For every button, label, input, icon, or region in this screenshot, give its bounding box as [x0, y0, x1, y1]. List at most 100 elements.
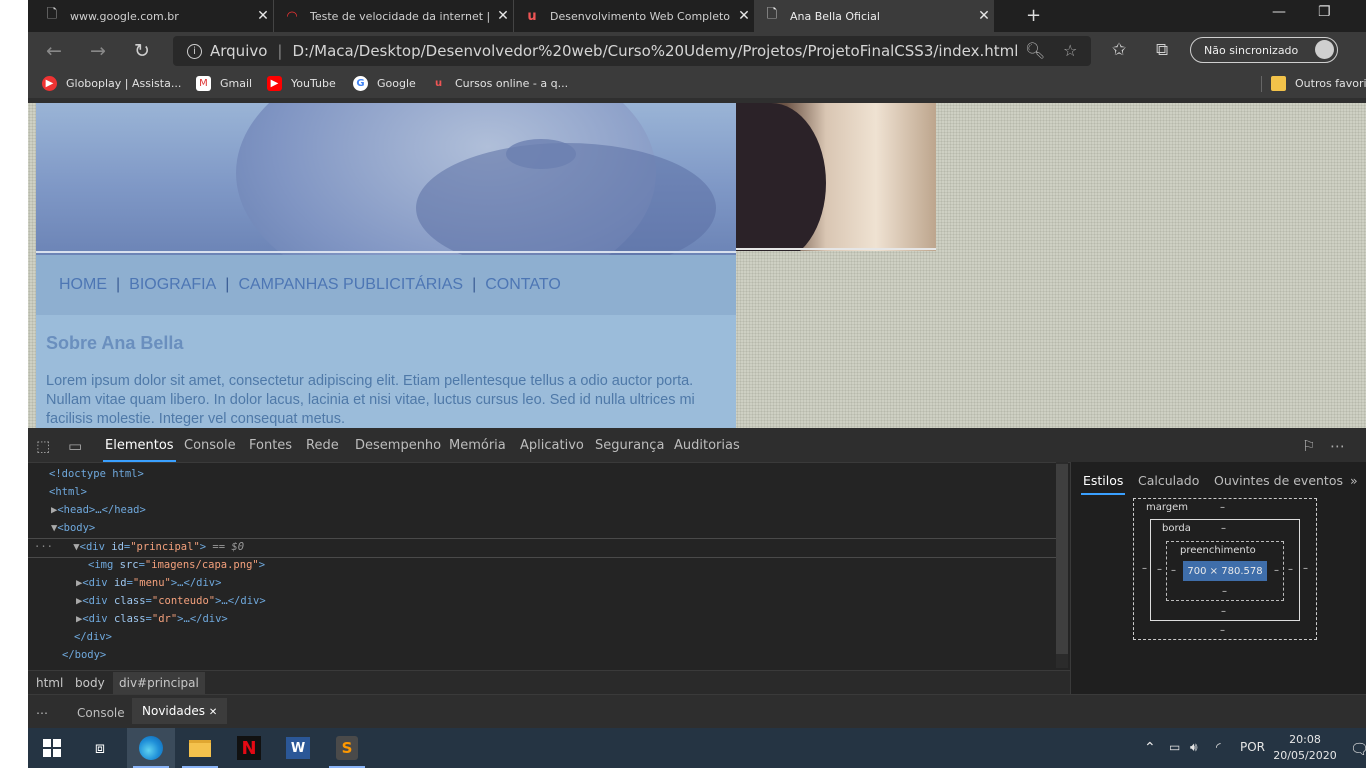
collections-icon[interactable]: ⧉	[1156, 40, 1168, 60]
tab-memoria[interactable]: Memória	[449, 438, 506, 453]
bookmark-label: YouTube	[291, 77, 336, 90]
dom-img[interactable]: <img src="imagens/capa.png">	[88, 559, 265, 571]
divider: |	[277, 42, 283, 60]
inspect-icon[interactable]: ⬚	[36, 437, 50, 455]
tab-google[interactable]: 🗋 www.google.com.br ✕	[34, 0, 274, 32]
new-tab-button[interactable]: +	[1026, 5, 1041, 26]
dom-div-close[interactable]: </div>	[74, 631, 112, 643]
language-indicator[interactable]: POR	[1240, 740, 1265, 754]
tab-aplicativo[interactable]: Aplicativo	[520, 438, 584, 453]
zoom-icon[interactable]: 🔍︎	[1025, 41, 1045, 60]
close-icon[interactable]: ✕	[734, 8, 754, 24]
tab-desempenho[interactable]: Desempenho	[355, 438, 441, 453]
dom-div-menu[interactable]: ▶<div id="menu">…</div>	[76, 577, 221, 589]
tab-console[interactable]: Console	[184, 438, 236, 453]
dom-body-close[interactable]: </body>	[62, 649, 106, 661]
restore-button[interactable]: ❐	[1318, 4, 1331, 20]
page-viewport[interactable]: HOME | BIOGRAFIA | CAMPANHAS PUBLICITÁRI…	[28, 98, 1366, 428]
bookmark-google[interactable]: G Google	[353, 76, 416, 91]
tab-speedtest[interactable]: ◠ Teste de velocidade da internet | ✕	[274, 0, 514, 32]
dom-html[interactable]: <html>	[49, 486, 87, 498]
menu-item-biografia[interactable]: BIOGRAFIA	[129, 276, 216, 294]
taskbar-explorer[interactable]	[176, 728, 224, 768]
battery-icon[interactable]: ▭	[1169, 740, 1180, 754]
tab-elementos[interactable]: Elementos	[103, 438, 176, 462]
task-view-button[interactable]: ⧈	[76, 728, 124, 768]
other-favorites[interactable]: Outros favoritos	[1271, 76, 1366, 91]
drawer-tab-console[interactable]: Console	[77, 706, 125, 720]
folder-icon	[189, 739, 211, 757]
chevron-up-icon[interactable]: ⌃	[1144, 740, 1156, 756]
chevron-right-icon[interactable]: »	[1350, 473, 1358, 488]
clock[interactable]: 20:08 20/05/2020	[1270, 732, 1340, 764]
dom-body[interactable]: ▼<body>	[51, 522, 95, 534]
more-icon[interactable]: ⋯	[1330, 437, 1345, 455]
menu-item-contato[interactable]: CONTATO	[485, 276, 561, 294]
taskbar-sublime[interactable]: S	[323, 728, 371, 768]
close-icon[interactable]: ✕	[209, 707, 217, 718]
windows-start-button[interactable]	[28, 728, 76, 768]
dom-div-dr[interactable]: ▶<div class="dr">…</div>	[76, 613, 228, 625]
bookmark-gmail[interactable]: M Gmail	[196, 76, 252, 91]
side-photo	[736, 103, 936, 251]
tab-ana-bella[interactable]: 🗋 Ana Bella Oficial ✕	[754, 0, 994, 32]
feedback-icon[interactable]: ⚐	[1302, 437, 1315, 455]
taskbar-netflix[interactable]: N	[225, 728, 273, 768]
minimize-button[interactable]: —	[1272, 4, 1286, 20]
content-heading: Sobre Ana Bella	[46, 333, 184, 353]
bookmark-udemy[interactable]: u Cursos online - a q...	[431, 76, 568, 91]
bookmark-globoplay[interactable]: ▶ Globoplay | Assista...	[42, 76, 181, 91]
breadcrumb-div-principal[interactable]: div#principal	[113, 672, 205, 694]
dom-text: </body>	[62, 649, 107, 661]
dom-div-principal[interactable]: ··· ▼<div id="principal"> == $0	[34, 541, 244, 553]
bookmark-youtube[interactable]: ▶ YouTube	[267, 76, 336, 91]
back-icon[interactable]: ←	[46, 40, 62, 62]
dom-value: "principal"	[130, 541, 200, 553]
close-icon[interactable]: ✕	[253, 8, 273, 24]
dom-head[interactable]: ▶<head>…</head>	[51, 504, 146, 516]
youtube-icon: ▶	[267, 76, 282, 91]
breadcrumb-html[interactable]: html	[36, 676, 63, 690]
edge-icon	[139, 736, 163, 760]
divider	[1261, 76, 1262, 92]
notifications-icon[interactable]: 🗨︎	[1350, 740, 1366, 758]
dom-doctype[interactable]: <!doctype html>	[49, 468, 144, 480]
refresh-icon[interactable]: ↻	[134, 40, 150, 62]
taskbar-edge[interactable]	[127, 728, 175, 768]
tab-calculado[interactable]: Calculado	[1138, 473, 1199, 488]
box-model-padding: preenchimento – – – 700 × 780.578	[1166, 541, 1284, 601]
volume-icon[interactable]: 🔊︎	[1190, 740, 1198, 755]
url-input[interactable]: i Arquivo | D:/Maca/Desktop/Desenvolvedo…	[173, 36, 1091, 66]
menu-item-home[interactable]: HOME	[59, 276, 107, 294]
dom-div-conteudo[interactable]: ▶<div class="conteudo">…</div>	[76, 595, 266, 607]
wifi-icon[interactable]: ◜	[1216, 740, 1221, 754]
taskbar-word[interactable]: W	[274, 728, 322, 768]
sync-button[interactable]: Não sincronizado	[1190, 37, 1338, 63]
tab-ouvintes[interactable]: Ouvintes de eventos	[1214, 473, 1343, 488]
scheme-label: Arquivo	[210, 42, 268, 60]
device-toggle-icon[interactable]: ▭	[68, 437, 82, 455]
close-icon[interactable]: ✕	[493, 8, 513, 24]
drawer-tab-novidades[interactable]: Novidades ✕	[132, 698, 228, 724]
tab-seguranca[interactable]: Segurança	[595, 438, 664, 453]
more-icon[interactable]: ⋯	[36, 706, 48, 720]
favorite-star-icon[interactable]: ☆	[1063, 41, 1077, 60]
menu-item-campanhas[interactable]: CAMPANHAS PUBLICITÁRIAS	[238, 276, 463, 294]
photo-line	[736, 248, 936, 250]
page-icon: 🗋	[766, 7, 778, 22]
tab-udemy[interactable]: u Desenvolvimento Web Completo ✕	[514, 0, 754, 32]
breadcrumb-body[interactable]: body	[75, 676, 105, 690]
favorites-icon[interactable]: ✩	[1112, 40, 1126, 60]
forward-icon[interactable]: →	[90, 40, 106, 62]
tab-fontes[interactable]: Fontes	[249, 438, 292, 453]
tab-estilos[interactable]: Estilos	[1080, 473, 1126, 495]
close-icon[interactable]: ✕	[974, 8, 994, 24]
tab-auditorias[interactable]: Auditorias	[674, 438, 740, 453]
box-model-margin: margem – – – – borda – – – – preenchimen…	[1133, 498, 1317, 640]
info-icon[interactable]: i	[187, 43, 202, 59]
more-icon[interactable]: ···	[34, 541, 53, 553]
dom-value: "dr"	[151, 613, 178, 625]
scrollbar-thumb[interactable]	[1056, 464, 1068, 654]
tab-rede[interactable]: Rede	[306, 438, 339, 453]
dom-tree[interactable]: <!doctype html> <html> ▶<head>…</head> ▼…	[28, 462, 1058, 668]
